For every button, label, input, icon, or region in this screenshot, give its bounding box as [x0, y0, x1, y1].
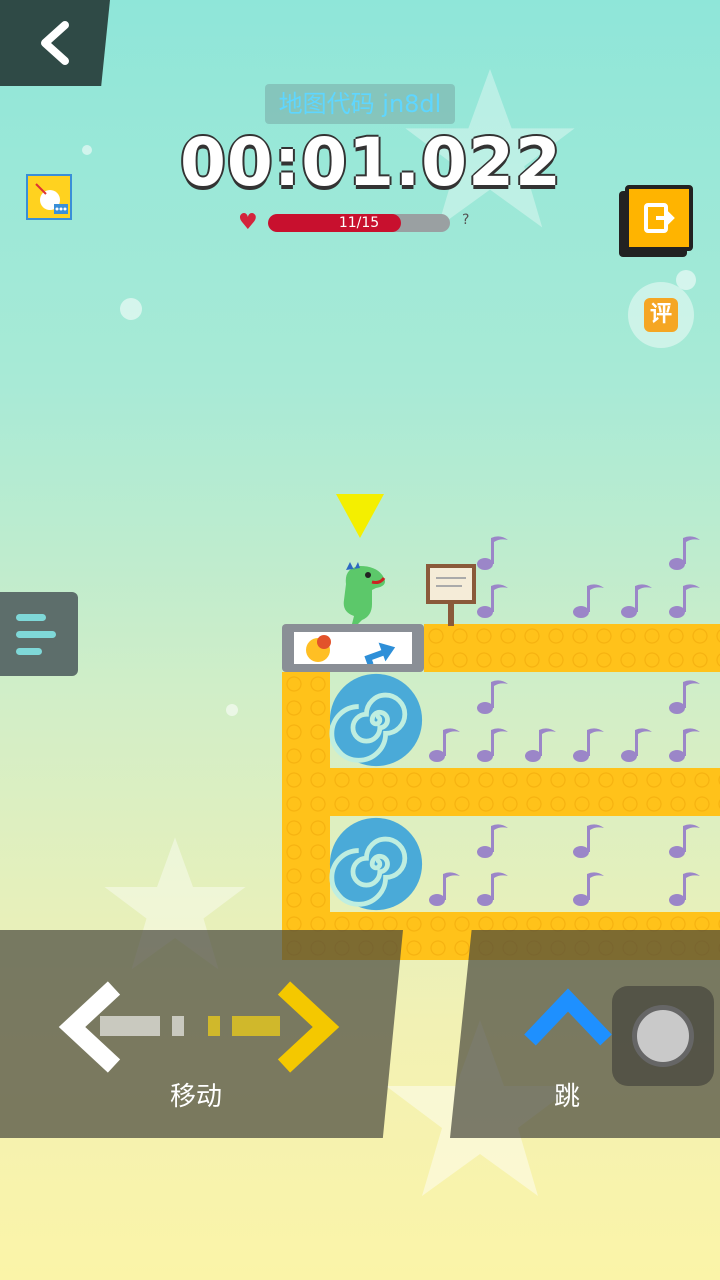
- music-note-icon: [669, 536, 700, 570]
- review-label: 评: [644, 298, 678, 332]
- timer: 00:01.022: [180, 124, 562, 201]
- music-note-icon: [429, 872, 460, 906]
- music-note-icon: [621, 728, 652, 762]
- character-face-icon: [306, 635, 331, 662]
- back-button[interactable]: [0, 0, 110, 86]
- move-label: 移动: [170, 1082, 223, 1112]
- music-note-icon: [573, 584, 604, 618]
- jump-label: 跳: [554, 1082, 581, 1112]
- health-bar: ♥ 11/15 ?: [238, 208, 488, 238]
- up-right-arrow-icon: [364, 642, 396, 664]
- music-note-icon: [669, 824, 700, 858]
- exit-button[interactable]: [625, 185, 693, 251]
- exit-icon: [644, 203, 675, 233]
- music-note-icon: [621, 584, 652, 618]
- swirl-portal: [329, 817, 423, 911]
- music-note-icon: [573, 824, 604, 858]
- music-note-icon: [669, 584, 700, 618]
- dinosaur-character-icon: [343, 562, 386, 624]
- health-track: 11/15: [268, 214, 450, 232]
- menu-line: [16, 647, 42, 655]
- up-arrow-icon: [524, 988, 612, 1046]
- music-note-icon: [477, 584, 508, 618]
- platform-block-top: [424, 624, 720, 672]
- music-note-icon: [477, 824, 508, 858]
- spawn-pad-inner: [294, 632, 412, 664]
- background-bubble: [120, 298, 142, 320]
- review-button[interactable]: 评: [628, 282, 694, 348]
- player-indicator-arrow: [336, 494, 384, 538]
- swirl-portal: [329, 673, 423, 767]
- music-note-icon: [669, 872, 700, 906]
- player-avatar-icon: [35, 183, 68, 214]
- map-code-label: 地图代码 jn8dl: [265, 84, 455, 124]
- menu-line: [16, 630, 56, 638]
- joystick[interactable]: [612, 986, 714, 1086]
- music-note-icon: [525, 728, 556, 762]
- health-help[interactable]: ?: [462, 212, 469, 228]
- menu-button[interactable]: [0, 592, 78, 676]
- hamburger-menu-icon: [16, 613, 46, 621]
- heart-icon: ♥: [238, 210, 258, 235]
- health-text: 11/15: [338, 215, 380, 231]
- joystick-knob[interactable]: [632, 1005, 694, 1067]
- music-note-icon: [477, 872, 508, 906]
- signpost-icon: [426, 564, 476, 626]
- music-note-icon: [477, 680, 508, 714]
- background-bubble: [226, 704, 238, 716]
- music-note-icon: [477, 536, 508, 570]
- move-control-pad[interactable]: 移动: [0, 930, 403, 1138]
- avatar[interactable]: [26, 174, 72, 220]
- chevron-left-icon: [41, 21, 69, 65]
- music-note-icon: [429, 728, 460, 762]
- music-note-icon: [573, 872, 604, 906]
- music-note-icon: [477, 728, 508, 762]
- music-note-icon: [669, 680, 700, 714]
- move-track: [100, 1016, 280, 1036]
- music-note-icon: [573, 728, 604, 762]
- music-note-icon: [669, 728, 700, 762]
- platform-block-middle: [330, 768, 720, 816]
- wall-block: [282, 672, 330, 960]
- right-arrow-icon[interactable]: [270, 980, 340, 1074]
- background-bubble: [82, 145, 92, 155]
- spawn-pad: [282, 624, 424, 672]
